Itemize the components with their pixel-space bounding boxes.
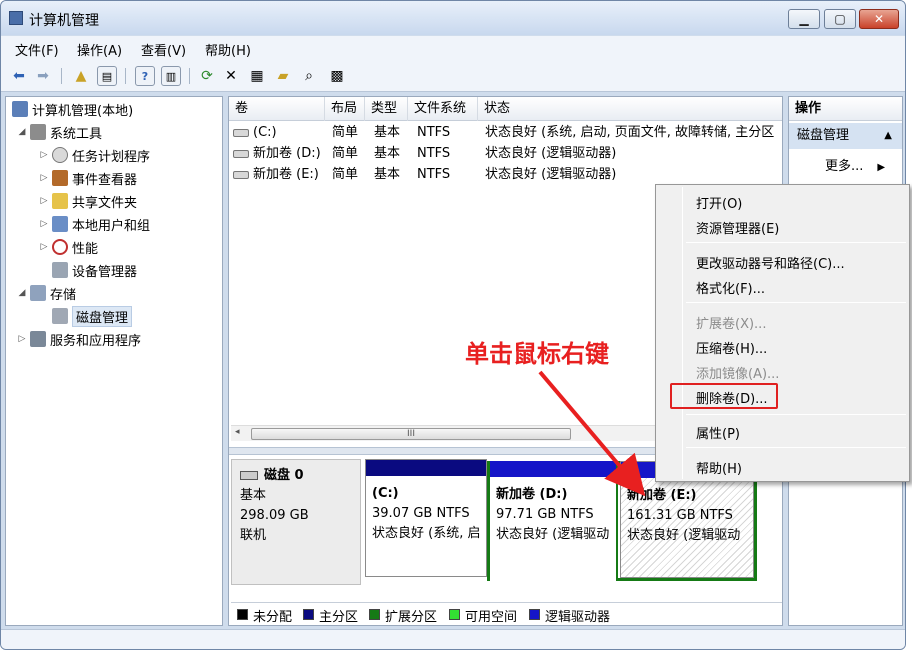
disk-icon	[240, 471, 258, 480]
toolbar: ⬅ ➡ ▲ ▤ ? ▥ ⟳ ✕ ▦ ▰ ⌕ ▩	[1, 60, 905, 92]
logical-drive-bar	[490, 461, 616, 477]
legend-swatch-unallocated	[237, 609, 248, 620]
search-icon[interactable]: ⌕	[299, 66, 319, 86]
properties-icon[interactable]: ▦	[247, 66, 267, 86]
column-type[interactable]: 类型	[365, 97, 408, 121]
tree-item-disk-management[interactable]: 磁盘管理	[38, 305, 133, 327]
primary-partition-bar	[366, 460, 486, 476]
up-folder-icon[interactable]: ▲	[71, 66, 91, 86]
volume-row[interactable]: 新加卷 (E:) 简单 基本 NTFS 状态良好 (逻辑驱动器)	[229, 164, 782, 185]
drive-icon	[233, 149, 249, 158]
menu-item-change-drive-letter[interactable]: 更改驱动器号和路径(C)...	[696, 253, 845, 272]
title-bar: 计算机管理 ▁ ▢ ✕	[1, 1, 905, 35]
partition-d[interactable]: 新加卷 (D:) 97.71 GB NTFS 状态良好 (逻辑驱动	[490, 461, 618, 581]
more-actions[interactable]: 更多... ▶	[825, 155, 885, 174]
scroll-thumb[interactable]: III	[251, 428, 571, 440]
delete-icon[interactable]: ✕	[221, 66, 241, 86]
menu-item-format[interactable]: 格式化(F)...	[696, 278, 765, 297]
menu-item-properties[interactable]: 属性(P)	[696, 423, 740, 442]
disk-0-label[interactable]: 磁盘 0 基本 298.09 GB 联机	[231, 459, 361, 585]
menu-separator	[686, 447, 906, 448]
menu-item-extend-volume: 扩展卷(X)...	[696, 317, 767, 332]
back-arrow-icon[interactable]: ⬅	[9, 66, 29, 86]
actions-group-disk-management[interactable]: 磁盘管理 ▲	[789, 123, 902, 149]
tree-item-storage[interactable]: ◢ 存储	[16, 283, 76, 303]
volume-list-header: 卷 布局 类型 文件系统 状态	[229, 97, 782, 121]
users-icon	[52, 216, 68, 232]
menu-gutter	[682, 187, 683, 479]
menu-action[interactable]: 操作(A)	[77, 40, 122, 59]
menu-item-open[interactable]: 打开(O)	[696, 193, 742, 212]
drive-icon	[233, 128, 249, 137]
computer-management-icon	[9, 11, 23, 25]
column-filesystem[interactable]: 文件系统	[408, 97, 478, 121]
storage-icon	[30, 285, 46, 301]
menu-help[interactable]: 帮助(H)	[205, 40, 251, 59]
show-hide-action-icon[interactable]: ▥	[161, 66, 181, 86]
window-title: 计算机管理	[29, 13, 99, 29]
tree-item-task-scheduler[interactable]: ▷ 任务计划程序	[38, 145, 150, 165]
submenu-arrow-icon: ▶	[877, 162, 886, 173]
close-button[interactable]: ✕	[859, 9, 899, 29]
forward-arrow-icon[interactable]: ➡	[33, 66, 53, 86]
legend-swatch-free	[449, 609, 460, 620]
menu-item-add-mirror: 添加镜像(A)...	[696, 367, 780, 382]
collapse-icon[interactable]: ▲	[884, 123, 892, 149]
tree-item-performance[interactable]: ▷ 性能	[38, 237, 98, 257]
performance-icon	[52, 239, 68, 255]
column-layout[interactable]: 布局	[325, 97, 365, 121]
menu-file[interactable]: 文件(F)	[15, 40, 59, 59]
delete-volume-highlight	[670, 383, 778, 409]
volume-row[interactable]: 新加卷 (D:) 简单 基本 NTFS 状态良好 (逻辑驱动器)	[229, 143, 782, 164]
legend-swatch-extended	[369, 609, 380, 620]
tree-item-device-manager[interactable]: 设备管理器	[38, 260, 137, 280]
partition-c[interactable]: (C:) 39.07 GB NTFS 状态良好 (系统, 启	[365, 459, 487, 577]
tools-icon	[30, 124, 46, 140]
tree-item-local-users[interactable]: ▷ 本地用户和组	[38, 214, 150, 234]
menu-bar: 文件(F) 操作(A) 查看(V) 帮助(H)	[1, 36, 905, 60]
maximize-button[interactable]: ▢	[824, 9, 856, 29]
menu-item-help[interactable]: 帮助(H)	[696, 458, 742, 477]
menu-view[interactable]: 查看(V)	[141, 40, 186, 59]
open-icon[interactable]: ▰	[273, 66, 293, 86]
tree-item-shared-folders[interactable]: ▷ 共享文件夹	[38, 191, 137, 211]
device-manager-icon	[52, 262, 68, 278]
actions-header: 操作	[789, 97, 902, 121]
disk-management-icon	[52, 308, 68, 324]
menu-item-shrink-volume[interactable]: 压缩卷(H)...	[696, 338, 767, 357]
column-status[interactable]: 状态	[478, 97, 782, 121]
volume-row[interactable]: (C:) 简单 基本 NTFS 状态良好 (系统, 启动, 页面文件, 故障转储…	[229, 122, 782, 143]
legend-swatch-logical	[529, 609, 540, 620]
event-viewer-icon	[52, 170, 68, 186]
services-icon	[30, 331, 46, 347]
toolbar-separator	[61, 68, 62, 84]
menu-separator	[686, 302, 906, 303]
disk-legend: 未分配 主分区 扩展分区 可用空间 逻辑驱动器	[231, 602, 782, 625]
navigation-tree: 计算机管理(本地) ◢ 系统工具 ▷ 任务计划程序 ▷ 事件查看器 ▷ 共享文件…	[5, 96, 223, 626]
clock-icon	[52, 147, 68, 163]
legend-swatch-primary	[303, 609, 314, 620]
computer-icon	[12, 101, 28, 117]
tree-item-services-apps[interactable]: ▷ 服务和应用程序	[16, 329, 141, 349]
menu-separator	[686, 242, 906, 243]
menu-separator	[686, 414, 906, 415]
help-icon[interactable]: ?	[135, 66, 155, 86]
shared-folder-icon	[52, 193, 68, 209]
menu-item-explorer[interactable]: 资源管理器(E)	[696, 218, 779, 237]
annotation-text: 单击鼠标右键	[465, 340, 609, 368]
toolbar-separator	[125, 68, 126, 84]
tree-root[interactable]: 计算机管理(本地)	[10, 99, 133, 119]
minimize-button[interactable]: ▁	[788, 9, 820, 29]
drive-icon	[233, 170, 249, 179]
tree-item-system-tools[interactable]: ◢ 系统工具	[16, 122, 102, 142]
context-menu: 打开(O) 资源管理器(E) 更改驱动器号和路径(C)... 格式化(F)...…	[655, 184, 910, 482]
status-bar	[1, 629, 905, 649]
column-volume[interactable]: 卷	[229, 97, 325, 121]
settings-icon[interactable]: ▩	[327, 66, 347, 86]
scroll-left-icon[interactable]: ◂	[235, 427, 240, 437]
tree-item-event-viewer[interactable]: ▷ 事件查看器	[38, 168, 137, 188]
refresh-icon[interactable]: ⟳	[197, 66, 217, 86]
show-hide-tree-icon[interactable]: ▤	[97, 66, 117, 86]
toolbar-separator	[189, 68, 190, 84]
